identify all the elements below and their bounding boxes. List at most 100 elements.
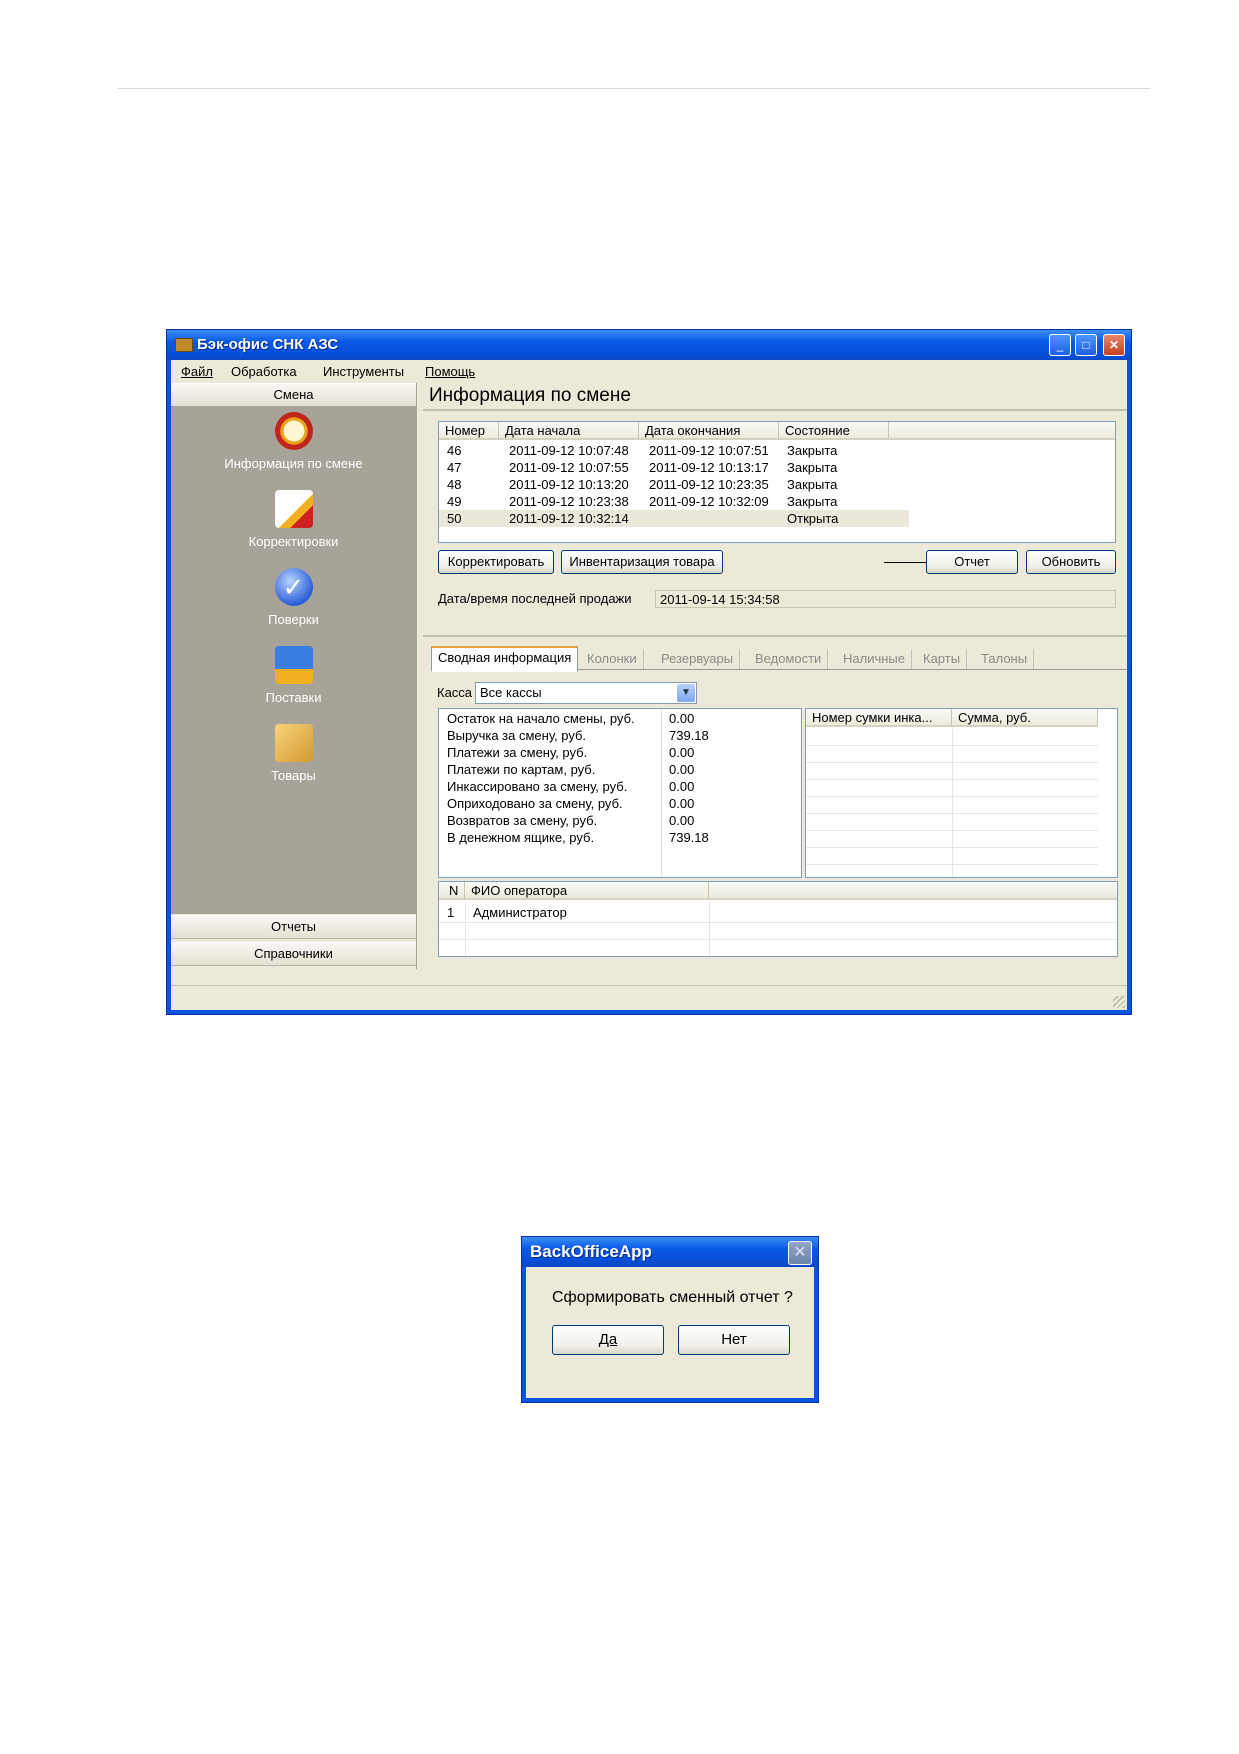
summary-value: 0.00 xyxy=(669,711,695,726)
cell-end: 2011-09-12 10:13:17 xyxy=(649,460,769,475)
summary-value: 739.18 xyxy=(669,830,709,845)
inventory-button[interactable]: Инвентаризация товара xyxy=(561,550,723,574)
last-sale-field: 2011-09-14 15:34:58 xyxy=(655,590,1116,608)
menu-help[interactable]: Помощь xyxy=(425,364,475,379)
column-header[interactable]: Сумма, руб. xyxy=(952,709,1098,727)
table-row[interactable]: 47 2011-09-12 10:07:55 2011-09-12 10:13:… xyxy=(439,459,909,476)
menu-tools[interactable]: Инструменты xyxy=(323,364,404,379)
sidebar-item-label: Поставки xyxy=(265,690,322,705)
main-content: Информация по смене Номер Дата начала Да… xyxy=(423,383,1127,978)
close-button[interactable]: ✕ xyxy=(1103,334,1125,356)
sidebar-item-deliveries[interactable]: Поставки xyxy=(171,646,416,705)
app-icon xyxy=(175,338,193,352)
summary-row: Платежи по картам, руб. 0.00 xyxy=(439,761,801,778)
nav-panel: Информация по смене Корректировки ✓ Пове… xyxy=(171,406,416,914)
table-row[interactable]: 48 2011-09-12 10:13:20 2011-09-12 10:23:… xyxy=(439,476,909,493)
confirm-dialog: BackOfficeApp ✕ Сформировать сменный отч… xyxy=(521,1236,819,1403)
table-row-selected[interactable]: 50 2011-09-12 10:32:14 Открыта xyxy=(439,510,909,527)
table-row[interactable]: 1 Администратор xyxy=(439,904,709,921)
cell-index: 1 xyxy=(447,905,455,920)
summary-row: В денежном ящике, руб. 739.18 xyxy=(439,829,801,846)
callout-line xyxy=(884,562,926,563)
summary-label: Платежи по картам, руб. xyxy=(447,762,596,777)
clock-icon xyxy=(274,412,313,450)
tab-coupons[interactable]: Талоны xyxy=(975,649,1035,669)
dialog-title-bar[interactable]: BackOfficeApp ✕ xyxy=(522,1237,818,1267)
shifts-table[interactable]: Номер Дата начала Дата окончания Состоян… xyxy=(438,421,1116,543)
column-header[interactable]: N xyxy=(439,882,465,900)
operators-table[interactable]: N ФИО оператора 1 Администратор xyxy=(438,881,1118,957)
sidebar-item-label: Корректировки xyxy=(248,534,339,549)
cell-start: 2011-09-12 10:23:38 xyxy=(509,494,629,509)
report-button[interactable]: Отчет xyxy=(926,550,1018,574)
chevron-down-icon[interactable]: ▼ xyxy=(677,684,695,702)
summary-table[interactable]: Остаток на начало смены, руб. 0.00 Выруч… xyxy=(438,708,802,878)
dialog-message: Сформировать сменный отчет ? xyxy=(552,1289,793,1306)
column-header[interactable]: Номер сумки инка... xyxy=(806,709,952,727)
kassa-selected-value: Все кассы xyxy=(480,685,542,700)
nav-group-shift[interactable]: Смена xyxy=(171,383,416,407)
menu-file[interactable]: Файл xyxy=(181,364,213,379)
sidebar-item-label: Информация по смене xyxy=(224,456,363,471)
column-header-empty xyxy=(889,422,1115,440)
cell-status: Закрыта xyxy=(787,494,838,509)
title-bar[interactable]: Бэк-офис СНК АЗС _ □ ✕ xyxy=(167,330,1131,360)
yes-button[interactable]: Да xyxy=(552,1325,664,1355)
sidebar-item-corrections[interactable]: Корректировки xyxy=(171,490,416,549)
column-header[interactable]: Дата начала xyxy=(499,422,639,440)
bags-table[interactable]: Номер сумки инка... Сумма, руб. xyxy=(805,708,1118,878)
nav-group-reports[interactable]: Отчеты xyxy=(171,915,416,939)
cell-operator: Администратор xyxy=(473,905,567,920)
sidebar-item-shift-info[interactable]: Информация по смене xyxy=(171,412,416,471)
splitter[interactable] xyxy=(423,635,1127,637)
summary-row: Возвратов за смену, руб. 0.00 xyxy=(439,812,801,829)
dialog-close-button[interactable]: ✕ xyxy=(788,1241,812,1265)
summary-label: Возвратов за смену, руб. xyxy=(447,813,598,828)
column-header-empty xyxy=(709,882,1117,900)
status-bar xyxy=(171,985,1127,1010)
refresh-button[interactable]: Обновить xyxy=(1026,550,1116,574)
tab-cards[interactable]: Карты xyxy=(917,649,968,669)
cell-number: 46 xyxy=(447,443,462,458)
last-sale-label: Дата/время последней продажи xyxy=(438,591,632,606)
column-header[interactable]: Дата окончания xyxy=(639,422,779,440)
cell-start: 2011-09-12 10:32:14 xyxy=(509,511,629,526)
page-title: Информация по смене xyxy=(423,383,1127,411)
menu-processing[interactable]: Обработка xyxy=(231,364,297,379)
correct-button[interactable]: Корректировать xyxy=(438,550,554,574)
cell-status: Закрыта xyxy=(787,460,838,475)
kassa-select[interactable]: Все кассы ▼ xyxy=(475,682,697,704)
main-window: Бэк-офис СНК АЗС _ □ ✕ Файл Обработка Ин… xyxy=(166,329,1132,1015)
kassa-label: Касса xyxy=(437,685,473,700)
cell-start: 2011-09-12 10:13:20 xyxy=(509,477,629,492)
sidebar-item-goods[interactable]: Товары xyxy=(171,724,416,783)
summary-label: Платежи за смену, руб. xyxy=(447,745,588,760)
cell-end: 2011-09-12 10:23:35 xyxy=(649,477,769,492)
sidebar: Смена Информация по смене Корректировки … xyxy=(171,383,417,969)
table-row[interactable]: 49 2011-09-12 10:23:38 2011-09-12 10:32:… xyxy=(439,493,909,510)
tab-pumps[interactable]: Колонки xyxy=(581,649,644,669)
cell-status: Закрыта xyxy=(787,443,838,458)
column-header[interactable]: Состояние xyxy=(779,422,889,440)
tab-summary[interactable]: Сводная информация xyxy=(431,646,579,672)
table-row[interactable]: 46 2011-09-12 10:07:48 2011-09-12 10:07:… xyxy=(439,442,909,459)
tab-tanks[interactable]: Резервуары xyxy=(655,649,741,669)
maximize-button[interactable]: □ xyxy=(1075,334,1097,356)
sidebar-item-checks[interactable]: ✓ Поверки xyxy=(171,568,416,627)
nav-group-references[interactable]: Справочники xyxy=(171,942,416,966)
summary-label: Выручка за смену, руб. xyxy=(447,728,587,743)
resize-grip-icon[interactable] xyxy=(1113,996,1125,1008)
column-header[interactable]: Номер xyxy=(439,422,499,440)
no-button-label: Нет xyxy=(721,1331,747,1348)
window-title: Бэк-офис СНК АЗС xyxy=(197,336,339,353)
tab-cash[interactable]: Наличные xyxy=(837,649,912,669)
tab-statements[interactable]: Ведомости xyxy=(749,649,829,669)
cell-status: Открыта xyxy=(787,511,839,526)
column-header[interactable]: ФИО оператора xyxy=(465,882,709,900)
cell-number: 49 xyxy=(447,494,462,509)
no-button[interactable]: Нет xyxy=(678,1325,790,1355)
dialog-title: BackOfficeApp xyxy=(530,1242,652,1261)
minimize-button[interactable]: _ xyxy=(1049,334,1071,356)
cell-number: 48 xyxy=(447,477,462,492)
summary-value: 0.00 xyxy=(669,813,695,828)
